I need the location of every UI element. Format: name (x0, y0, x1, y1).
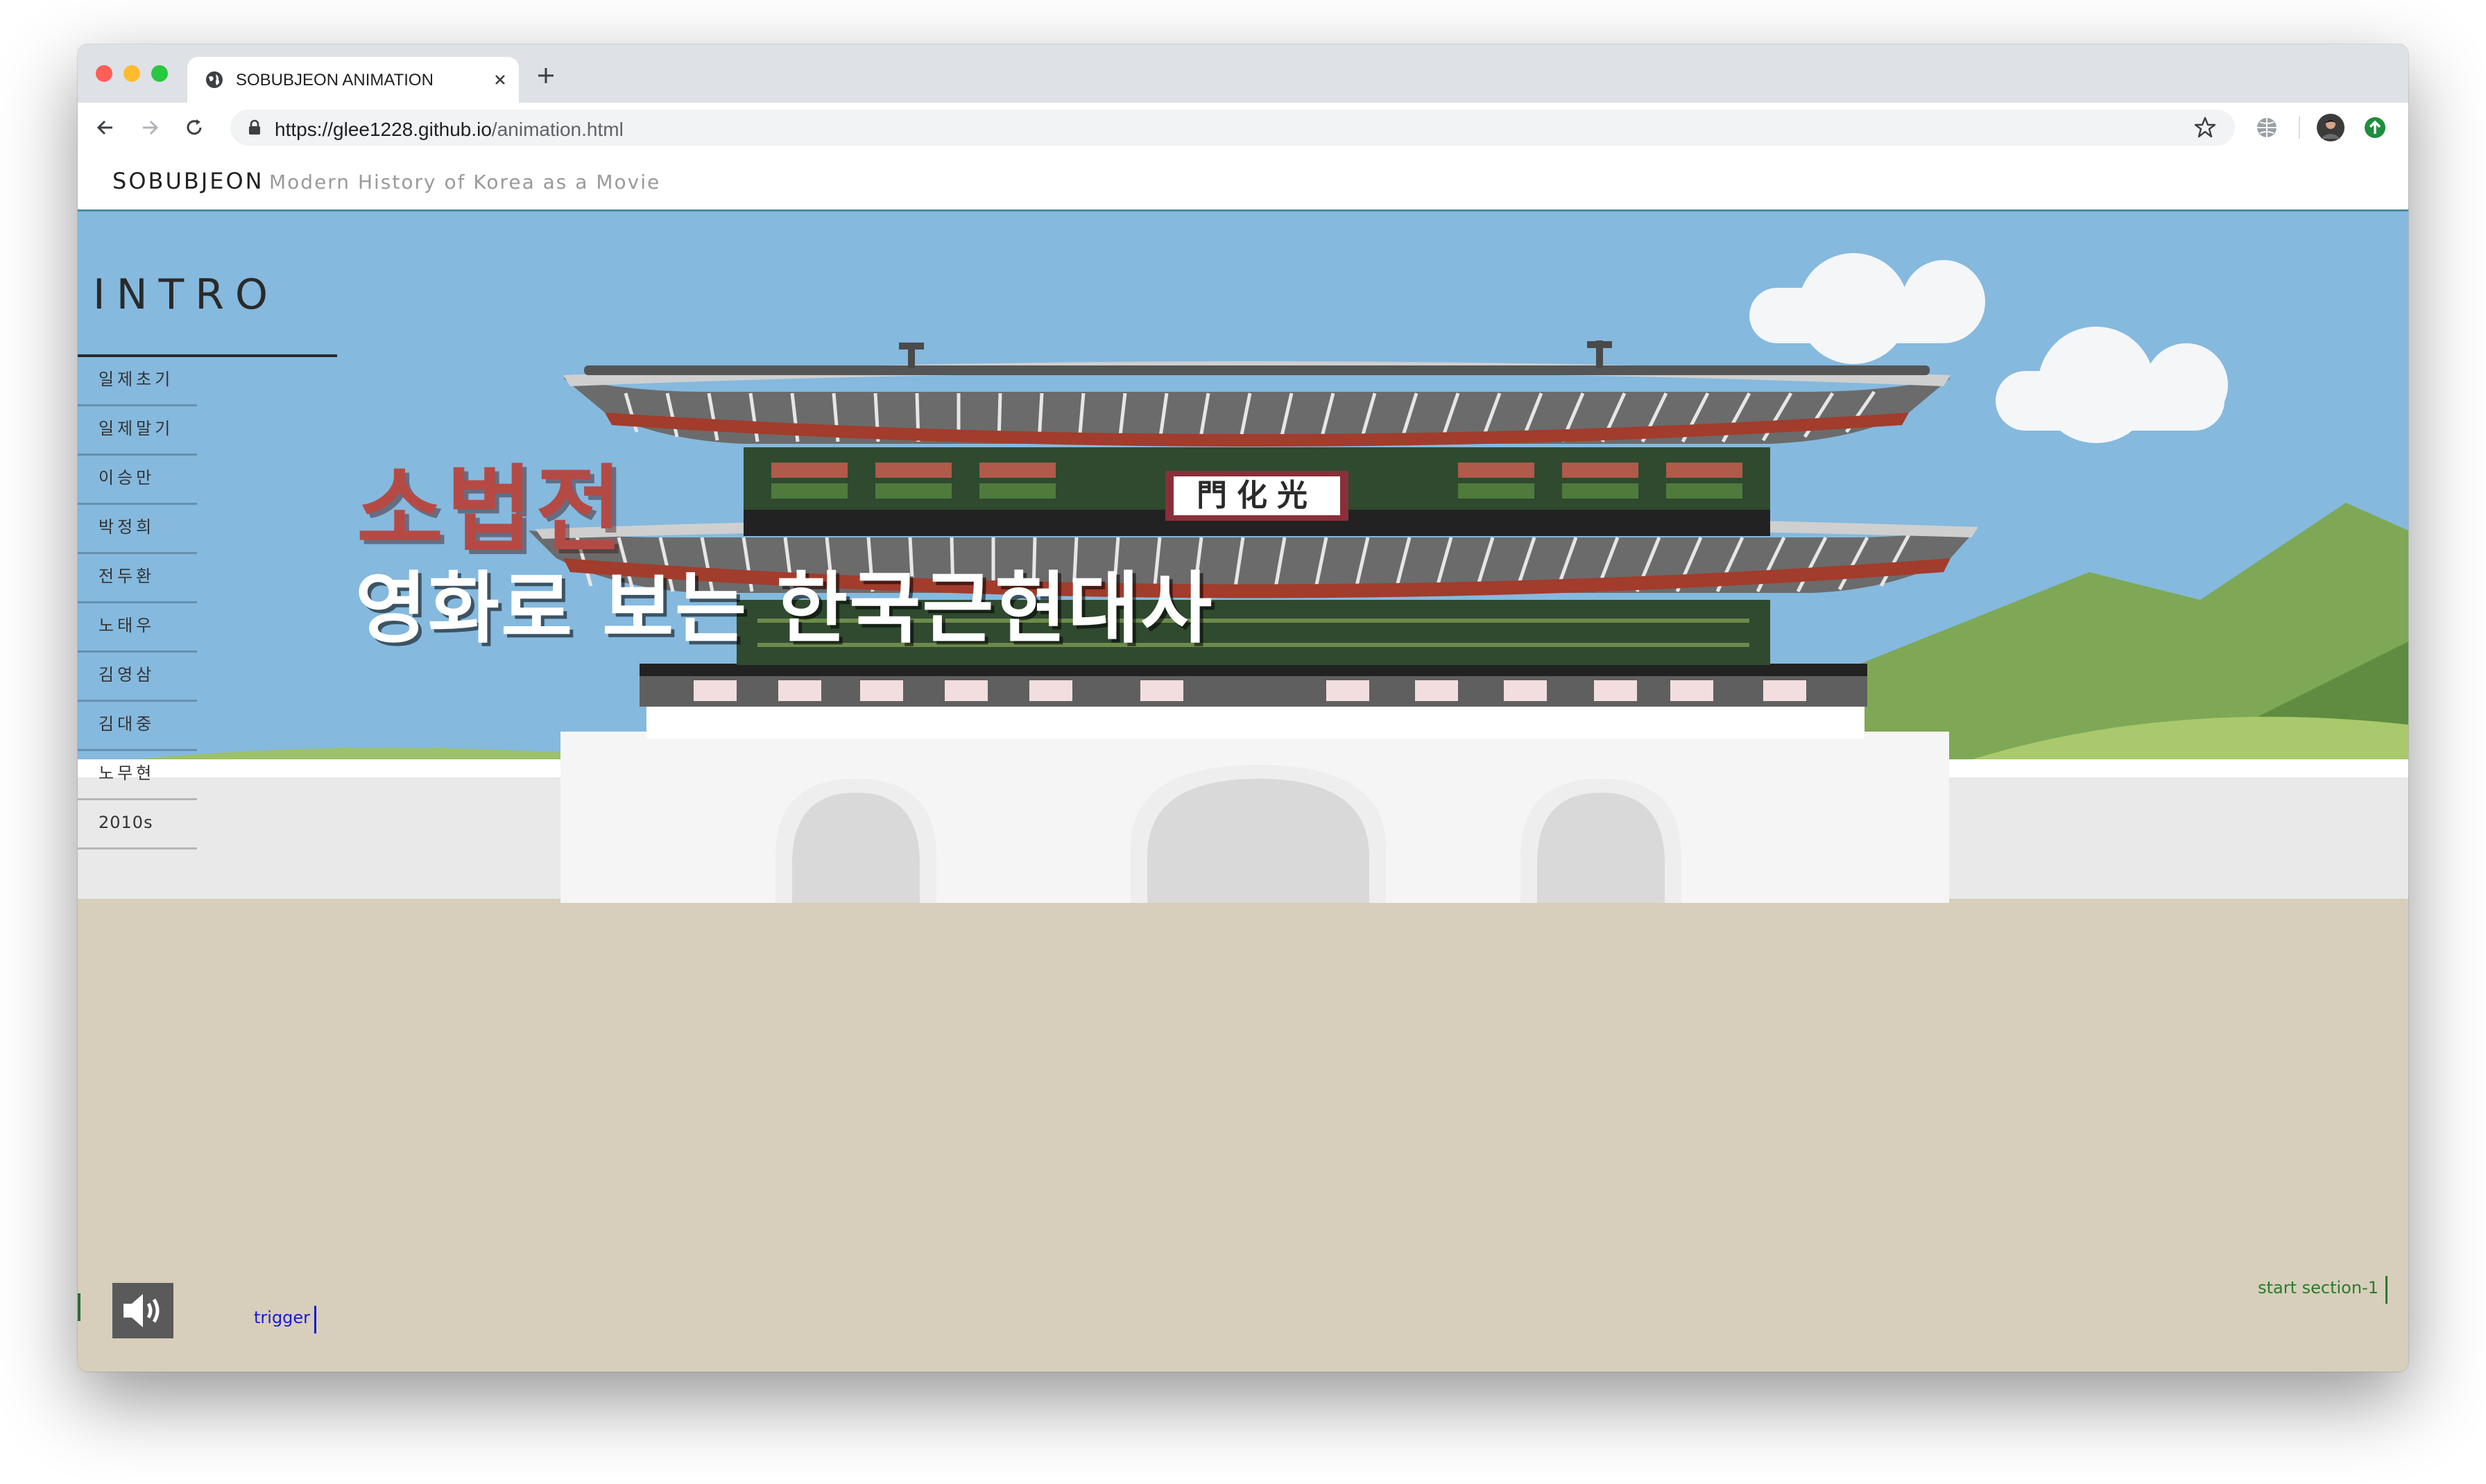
era-nav-item[interactable]: 노무현 (78, 751, 197, 800)
era-nav-item[interactable]: 박정희 (78, 505, 197, 554)
url-path: /animation.html (491, 119, 624, 140)
browser-toolbar: https://glee1228.github.io/animation.htm… (78, 103, 2408, 153)
ground (78, 899, 2408, 1372)
roof-crest (584, 365, 1930, 375)
url-text: https://glee1228.github.io/animation.htm… (275, 119, 624, 141)
trigger-marker: trigger (254, 1306, 317, 1334)
tab-bar: SOBUBJEON ANIMATION (78, 44, 2408, 103)
reload-icon[interactable] (182, 115, 207, 140)
start-section-marker: start section-1 (2258, 1276, 2388, 1304)
browser-tab[interactable]: SOBUBJEON ANIMATION (187, 57, 519, 103)
forward-arrow-icon[interactable] (137, 115, 162, 140)
lock-icon (249, 119, 260, 135)
era-nav-item[interactable]: 노태우 (78, 603, 197, 653)
gwanghwamun-scene: 門化光 (78, 212, 2408, 1372)
avatar[interactable] (2317, 114, 2344, 141)
site-brand[interactable]: SOBUBJEON (112, 168, 264, 194)
tab-title: SOBUBJEON ANIMATION (236, 71, 434, 89)
era-nav-item[interactable]: 일제말기 (78, 406, 197, 456)
era-nav-item[interactable]: 2010s (78, 800, 197, 849)
close-icon[interactable] (490, 69, 511, 90)
plus-icon[interactable] (535, 65, 556, 86)
maximize-window-button[interactable] (151, 65, 168, 82)
url-host: https://glee1228.github.io (275, 119, 492, 140)
toolbar-divider (2299, 117, 2300, 139)
back-arrow-icon[interactable] (93, 115, 118, 140)
update-icon[interactable] (2363, 115, 2388, 140)
browser-window: SOBUBJEON ANIMATION https://glee1228.git… (78, 44, 2408, 1372)
star-icon[interactable] (2193, 116, 2217, 139)
era-nav-item[interactable]: 이승만 (78, 456, 197, 505)
web-icon[interactable] (2254, 115, 2279, 140)
signboard-text: 門化光 (1197, 478, 1317, 513)
era-nav-item[interactable]: 김영삼 (78, 653, 197, 702)
site-header: SOBUBJEON Modern History of Korea as a M… (78, 153, 2408, 212)
close-window-button[interactable] (96, 65, 112, 82)
animation-stage: 門化光 INTRO 일제초기 일제말기 이승만 박정희 전두환 노태우 김영삼 … (78, 212, 2408, 1372)
era-nav-item[interactable]: 일제초기 (78, 357, 197, 406)
hero-subtitle: 영화로 보는 한국근현대사 (355, 564, 1214, 654)
era-nav-item[interactable]: 김대중 (78, 702, 197, 751)
era-nav-item[interactable]: 전두환 (78, 554, 197, 603)
intro-title: INTRO (93, 270, 280, 319)
lower-beam (640, 664, 1867, 676)
era-nav: 일제초기 일제말기 이승만 박정희 전두환 노태우 김영삼 김대중 노무현 20… (78, 357, 197, 849)
globe-icon (206, 71, 223, 88)
minimize-window-button[interactable] (123, 65, 140, 82)
sound-button[interactable] (112, 1283, 173, 1338)
site-tagline: Modern History of Korea as a Movie (269, 171, 661, 193)
address-bar[interactable]: https://glee1228.github.io/animation.htm… (230, 110, 2235, 146)
sound-marker (78, 1293, 80, 1321)
speaker-icon (123, 1294, 160, 1327)
